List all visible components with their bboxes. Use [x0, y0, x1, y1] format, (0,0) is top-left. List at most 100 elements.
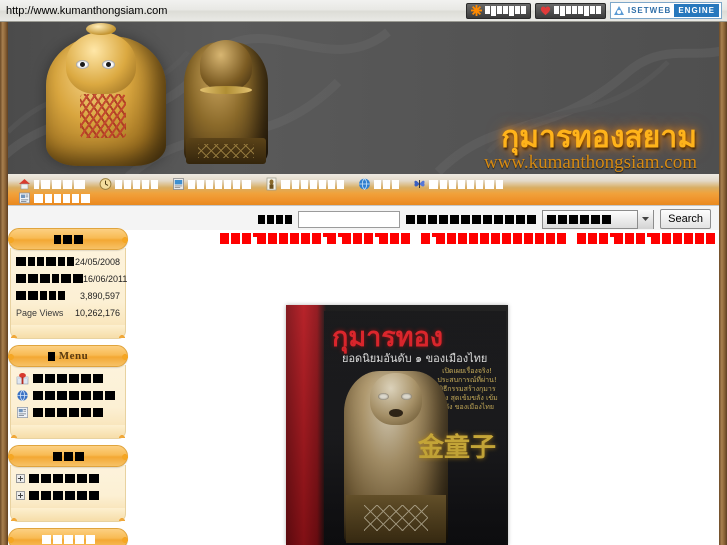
kumanthong-book-cover: กุมารทอง ยอดนิยมอันดับ ๑ ของเมืองไทย เปิ…	[286, 305, 508, 545]
heart-icon	[540, 6, 551, 16]
stats-panel-header	[5, 228, 131, 250]
main-content: กุมารทอง ยอดนิยมอันดับ ๑ ของเมืองไทย เปิ…	[134, 250, 719, 545]
statue-b-head	[200, 40, 252, 90]
search-category-select[interactable]	[542, 209, 655, 229]
set-homepage-button[interactable]	[465, 2, 531, 19]
menu-item-articles-label	[33, 408, 103, 417]
menu-panel-prefix	[47, 351, 55, 361]
nav-item-gallery-label	[429, 179, 503, 189]
nav-item-articles-label	[188, 179, 251, 189]
plus-icon[interactable]	[16, 491, 25, 500]
stat-label-visitors	[16, 291, 65, 300]
nav-item-links-label	[374, 179, 399, 189]
menu-item-links[interactable]	[16, 387, 120, 404]
nav-row-primary	[18, 177, 517, 191]
page-root: http://www.kumanthongsiam.com ISETWEB EN…	[0, 0, 727, 545]
statue-topknot	[86, 23, 116, 35]
book-statue-eye-right	[401, 393, 412, 400]
category-tree-item-2[interactable]	[16, 487, 120, 504]
book-statue-base	[346, 495, 446, 543]
chevron-down-icon[interactable]	[637, 209, 654, 229]
stat-value-updated: 16/06/2011	[83, 273, 128, 284]
category-panel	[5, 445, 131, 522]
book-statue-mouth	[389, 409, 403, 417]
book-statue-eye-left	[378, 393, 389, 400]
menu-panel-footer	[7, 425, 129, 439]
news-icon	[19, 192, 30, 204]
nav-item-home-label	[34, 179, 85, 189]
stat-value-visitors: 3,890,597	[79, 290, 120, 301]
category-tree-item-1[interactable]	[16, 470, 120, 487]
search-category-value	[547, 214, 612, 224]
category-panel-title	[52, 451, 84, 461]
globe-icon	[359, 178, 370, 190]
site-banner: กุมารทองสยาม www.kumanthongsiam.com	[8, 22, 719, 174]
main-navigation-bar	[8, 174, 719, 206]
set-homepage-label	[484, 5, 526, 16]
menu-panel-body	[10, 365, 126, 426]
stat-label-pageviews: Page Views	[16, 307, 64, 318]
stats-panel-body: 24/05/2008 16/06/2011 3,890,597 Page Vie…	[10, 248, 127, 326]
isetweb-logo-text2: ENGINE	[674, 4, 719, 17]
asterisk-icon	[470, 5, 482, 16]
statue-b-necklace	[200, 86, 252, 94]
statue-pupil-left	[80, 62, 85, 67]
stat-value-pageviews: 10,262,176	[74, 307, 120, 318]
book-subtitle: ยอดนิยมอันดับ ๑ ของเมืองไทย	[342, 352, 488, 365]
search-input[interactable]	[298, 210, 401, 228]
book-statue-head	[370, 373, 422, 425]
isetweb-logo-text1: ISETWEB	[627, 6, 672, 15]
banner-subtitle: www.kumanthongsiam.com	[483, 152, 697, 173]
stat-row-updated: 16/06/2011	[16, 270, 127, 287]
book-chinese-title: 金童子	[417, 433, 496, 463]
menu-item-gift-label	[33, 374, 103, 383]
home-icon	[19, 179, 30, 190]
bottom-panel-header	[5, 528, 131, 545]
stats-panel-footer	[7, 325, 129, 339]
category-panel-header	[5, 445, 131, 467]
nav-item-news-label	[34, 193, 90, 203]
category-panel-footer	[7, 508, 129, 522]
stat-row-visitors: 3,890,597	[16, 287, 120, 304]
left-sidebar: 24/05/2008 16/06/2011 3,890,597 Page Vie…	[5, 228, 131, 545]
address-url-text[interactable]: http://www.kumanthongsiam.com	[6, 5, 167, 17]
nav-item-history[interactable]	[99, 177, 158, 191]
nav-item-gallery[interactable]	[413, 177, 503, 191]
category-panel-body	[10, 465, 126, 509]
nav-item-news[interactable]	[18, 191, 90, 205]
statue-b-base	[186, 138, 266, 164]
bottom-panel-title	[41, 534, 95, 544]
nav-item-articles[interactable]	[172, 177, 251, 191]
stat-row-opened: 24/05/2008	[16, 253, 120, 270]
article-icon	[17, 407, 28, 418]
menu-item-gift[interactable]	[16, 370, 120, 387]
nav-item-links[interactable]	[358, 177, 399, 191]
search-button[interactable]: Search	[660, 209, 711, 229]
stats-panel: 24/05/2008 16/06/2011 3,890,597 Page Vie…	[5, 228, 131, 339]
menu-panel-header: Menu	[5, 345, 131, 367]
bookmark-label	[553, 5, 601, 16]
statue-robe	[50, 144, 162, 166]
nav-item-amulets[interactable]	[265, 177, 344, 191]
stats-panel-title	[53, 234, 83, 244]
statue-bead-necklace	[80, 94, 126, 138]
menu-item-links-label	[33, 391, 115, 400]
gift-icon	[16, 373, 29, 385]
nav-item-history-label	[115, 179, 158, 189]
bookmark-button[interactable]	[534, 2, 606, 19]
bronze-kumanthong-statue	[184, 40, 268, 164]
stat-label-updated	[16, 274, 83, 283]
clock-icon	[99, 178, 112, 190]
isetweb-logo[interactable]: ISETWEB ENGINE	[609, 2, 722, 19]
search-label	[258, 214, 293, 224]
category-tree-item-2-label	[29, 491, 99, 500]
nav-row-secondary	[18, 191, 104, 205]
browser-address-bar: http://www.kumanthongsiam.com ISETWEB EN…	[0, 0, 727, 22]
nav-item-home[interactable]	[18, 177, 85, 191]
menu-item-articles[interactable]	[16, 404, 120, 421]
bottom-panel	[5, 528, 131, 545]
menu-panel-title: Menu	[58, 350, 89, 362]
plus-icon[interactable]	[16, 474, 25, 483]
search-scope-label	[406, 214, 537, 224]
globe-icon	[17, 389, 28, 402]
